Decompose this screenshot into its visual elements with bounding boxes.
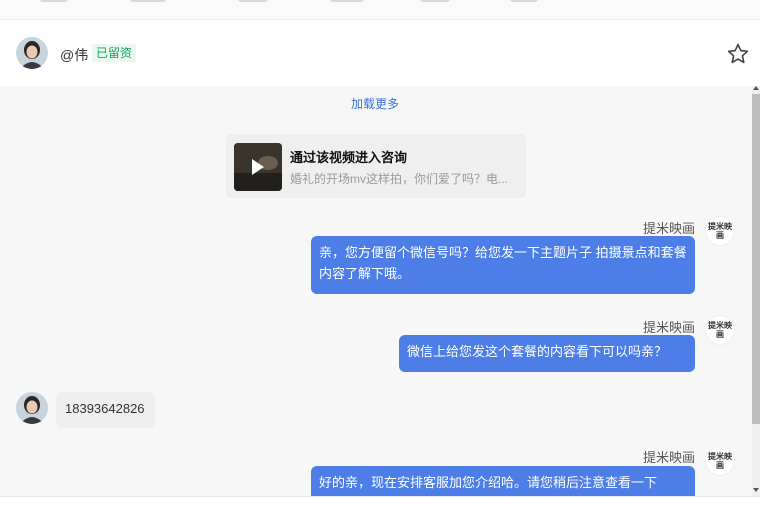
outgoing-message-bubble: 好的亲，现在安排客服加您介绍哈。请您稍后注意查看一下 [311,466,695,496]
message-sender-name: 提米映画 [642,450,695,465]
toolbar-fragment [510,0,538,2]
star-icon[interactable] [726,42,750,66]
brand-avatar: 提米映画 [705,216,735,246]
toolbar-fragment [238,0,268,2]
video-card-title: 通过该视频进入咨询 [290,150,408,165]
brand-avatar: 提米映画 [705,315,735,345]
message-sender-name: 提米映画 [642,221,695,236]
toolbar-fragment [40,0,68,2]
source-video-card[interactable]: 通过该视频进入咨询 婚礼的开场mv这样拍，你们爱了吗？电... [226,134,526,198]
scrollbar-thumb[interactable] [752,94,760,424]
video-card-subtitle: 婚礼的开场mv这样拍，你们爱了吗？电... [290,172,508,186]
lead-status-badge: 已留资 [92,44,137,62]
toolbar-fragment [330,0,364,2]
brand-avatar: 提米映画 [705,446,735,476]
scroll-down-arrow-icon[interactable] [753,488,759,492]
contact-name: @伟 [60,47,89,63]
toolbar-fragment [420,0,450,2]
scroll-up-arrow-icon[interactable] [753,86,759,90]
outgoing-message-bubble: 亲，您方便留个微信号吗？给您发一下主题片子 拍摄景点和套餐内容了解下哦。 [311,236,695,294]
input-area-edge [0,496,760,508]
video-thumbnail [234,143,282,191]
chat-header: @伟 已留资 [0,20,760,86]
contact-avatar[interactable] [16,392,48,424]
message-sender-name: 提米映画 [642,320,695,335]
contact-avatar[interactable] [16,37,48,69]
outgoing-message-bubble: 微信上给您发这个套餐的内容看下可以吗亲？ [399,335,695,372]
message-list[interactable]: 加载更多 通过该视频进入咨询 婚礼的开场mv这样拍，你们爱了吗？电... 提米映… [0,86,752,496]
incoming-message-bubble: 18393642826 [56,392,155,428]
top-toolbar-edge [0,0,760,20]
contact-avatar-image [16,37,48,69]
load-more-link[interactable]: 加载更多 [351,95,399,112]
toolbar-fragment [130,0,166,2]
contact-avatar-image [16,392,48,424]
play-icon [252,159,264,175]
chat-scrollbar[interactable] [752,86,760,496]
